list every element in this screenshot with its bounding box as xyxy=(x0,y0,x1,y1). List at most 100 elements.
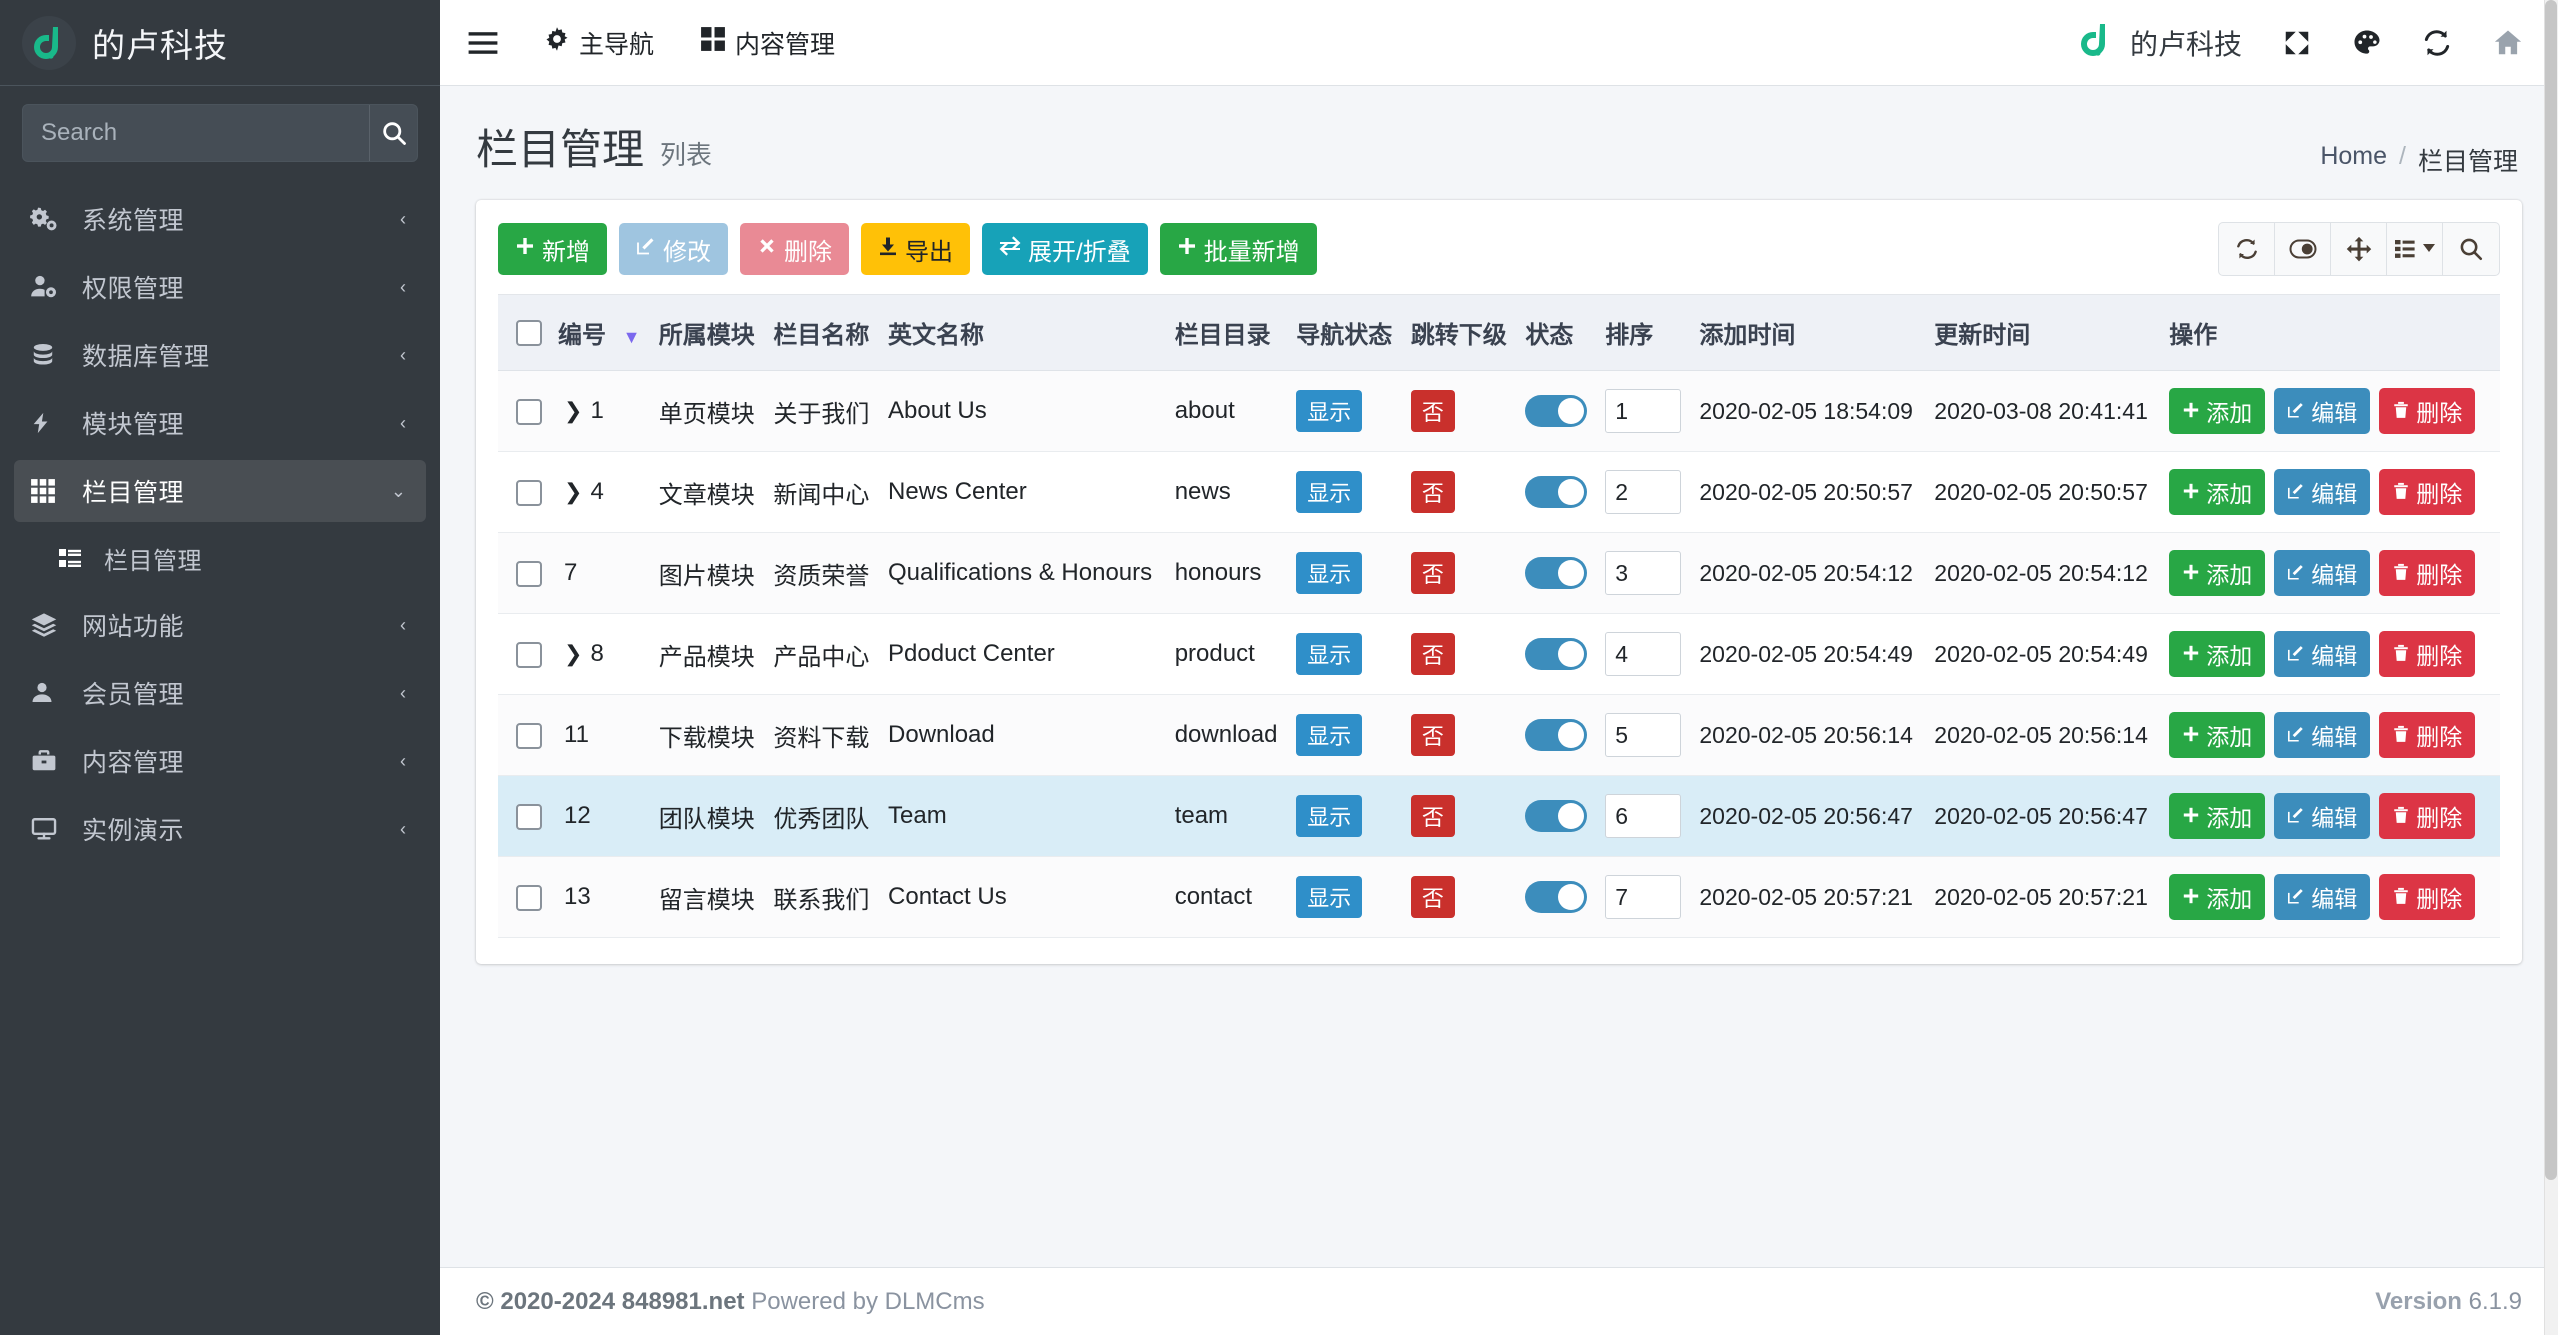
row-add-button[interactable]: 添加 xyxy=(2169,550,2266,596)
jump-badge[interactable]: 否 xyxy=(1410,714,1455,756)
expand-row-icon[interactable]: ❯ xyxy=(564,641,582,666)
row-delete-button[interactable]: 删除 xyxy=(2379,469,2476,515)
row-delete-button[interactable]: 删除 xyxy=(2379,388,2476,434)
search-icon[interactable] xyxy=(2443,223,2499,275)
nav-status-badge[interactable]: 显示 xyxy=(1296,876,1363,918)
search-box[interactable] xyxy=(22,104,418,162)
row-checkbox[interactable] xyxy=(516,884,542,911)
status-toggle[interactable] xyxy=(1525,719,1588,751)
delete-button[interactable]: 删除 xyxy=(740,223,849,275)
sort-input[interactable] xyxy=(1605,389,1682,433)
sort-input[interactable] xyxy=(1605,794,1682,838)
sidebar-item-会员管理[interactable]: 会员管理 ‹ xyxy=(14,662,426,724)
row-edit-button[interactable]: 编辑 xyxy=(2274,793,2371,839)
move-icon[interactable] xyxy=(2331,223,2387,275)
table-row[interactable]: 7 图片模块 资质荣誉 Qualifications & Honours honours… xyxy=(498,532,2500,614)
sidebar-item-栏目管理[interactable]: 栏目管理 ⌄ xyxy=(14,460,426,522)
row-checkbox[interactable] xyxy=(516,722,542,749)
row-delete-button[interactable]: 删除 xyxy=(2379,712,2476,758)
page-scrollbar-thumb[interactable] xyxy=(2545,0,2557,1180)
jump-badge[interactable]: 否 xyxy=(1410,795,1455,837)
sort-input[interactable] xyxy=(1605,632,1682,676)
row-checkbox[interactable] xyxy=(516,641,542,668)
row-add-button[interactable]: 添加 xyxy=(2169,631,2266,677)
search-icon[interactable] xyxy=(369,105,417,161)
topnav-brand[interactable]: 的卢科技 xyxy=(2076,20,2242,65)
sidebar-item-数据库管理[interactable]: 数据库管理 ‹ xyxy=(14,324,426,386)
refresh-icon[interactable] xyxy=(2219,223,2275,275)
row-delete-button[interactable]: 删除 xyxy=(2379,874,2476,920)
column-header-created[interactable]: 添加时间 xyxy=(1691,294,1927,371)
sidebar-item-模块管理[interactable]: 模块管理 ‹ xyxy=(14,392,426,454)
modify-button[interactable]: 修改 xyxy=(619,223,728,275)
table-row[interactable]: 13 留言模块联系我们Contact Uscontact显示 否 2020-02-05… xyxy=(498,856,2500,938)
expand-row-icon[interactable]: ❯ xyxy=(564,398,582,423)
row-add-button[interactable]: 添加 xyxy=(2169,793,2266,839)
sort-input[interactable] xyxy=(1605,713,1682,757)
nav-status-badge[interactable]: 显示 xyxy=(1296,552,1363,594)
expand-collapse-button[interactable]: 展开/折叠 xyxy=(982,223,1148,275)
column-header-nav[interactable]: 导航状态 xyxy=(1288,294,1403,371)
sidebar-item-网站功能[interactable]: 网站功能 ‹ xyxy=(14,594,426,656)
status-toggle[interactable] xyxy=(1525,395,1588,427)
sort-input[interactable] xyxy=(1605,551,1682,595)
columns-icon[interactable] xyxy=(2387,223,2443,275)
row-edit-button[interactable]: 编辑 xyxy=(2274,874,2371,920)
column-header-status[interactable]: 状态 xyxy=(1517,294,1598,371)
jump-badge[interactable]: 否 xyxy=(1410,633,1455,675)
table-row[interactable]: 12 团队模块优秀团队Teamteam显示 否 2020-02-05 20:56:47… xyxy=(498,775,2500,857)
hamburger-icon[interactable] xyxy=(468,31,498,55)
nav-status-badge[interactable]: 显示 xyxy=(1296,714,1363,756)
row-delete-button[interactable]: 删除 xyxy=(2379,631,2476,677)
search-input[interactable] xyxy=(23,105,369,161)
jump-badge[interactable]: 否 xyxy=(1410,471,1455,513)
row-checkbox[interactable] xyxy=(516,479,542,506)
column-header-en[interactable]: 英文名称 xyxy=(880,294,1167,371)
row-checkbox[interactable] xyxy=(516,560,542,587)
expand-row-icon[interactable]: ❯ xyxy=(564,479,582,504)
sort-input[interactable] xyxy=(1605,470,1682,514)
home-icon[interactable] xyxy=(2492,28,2524,58)
sidebar-subitem-栏目管理[interactable]: 栏目管理 xyxy=(14,528,426,588)
column-header-module[interactable]: 所属模块 xyxy=(650,294,766,371)
sidebar-item-实例演示[interactable]: 实例演示 ‹ xyxy=(14,798,426,860)
table-row[interactable]: 11 下载模块资料下载Downloaddownload显示 否 2020-02-05 … xyxy=(498,694,2500,776)
row-add-button[interactable]: 添加 xyxy=(2169,712,2266,758)
batch-add-button[interactable]: 批量新增 xyxy=(1159,223,1317,275)
row-add-button[interactable]: 添加 xyxy=(2169,388,2266,434)
row-edit-button[interactable]: 编辑 xyxy=(2274,469,2371,515)
nav-status-badge[interactable]: 显示 xyxy=(1296,471,1363,513)
sort-input[interactable] xyxy=(1605,875,1682,919)
row-delete-button[interactable]: 删除 xyxy=(2379,550,2476,596)
sidebar-brand[interactable]: 的卢科技 xyxy=(0,0,440,86)
refresh-icon[interactable] xyxy=(2422,28,2452,58)
row-edit-button[interactable]: 编辑 xyxy=(2274,712,2371,758)
add-button[interactable]: 新增 xyxy=(498,223,607,275)
sidebar-item-内容管理[interactable]: 内容管理 ‹ xyxy=(14,730,426,792)
sort-desc-icon[interactable]: ▼ xyxy=(623,327,641,347)
status-toggle[interactable] xyxy=(1525,800,1588,832)
status-toggle[interactable] xyxy=(1525,557,1588,589)
status-toggle[interactable] xyxy=(1525,638,1588,670)
column-header-name[interactable]: 栏目名称 xyxy=(765,294,881,371)
column-header-jump[interactable]: 跳转下级 xyxy=(1402,294,1518,371)
table-row[interactable]: ❯1单页模块关于我们About Usabout显示否2020-02-05 18:… xyxy=(498,370,2500,452)
sidebar-item-系统管理[interactable]: 系统管理 ‹ xyxy=(14,188,426,250)
jump-badge[interactable]: 否 xyxy=(1410,552,1455,594)
table-row[interactable]: ❯4文章模块新闻中心News Centernews显示否2020-02-05 2… xyxy=(498,451,2500,533)
row-delete-button[interactable]: 删除 xyxy=(2379,793,2476,839)
row-add-button[interactable]: 添加 xyxy=(2169,469,2266,515)
fullscreen-icon[interactable] xyxy=(2282,28,2312,58)
export-button[interactable]: 导出 xyxy=(861,223,970,275)
nav-status-badge[interactable]: 显示 xyxy=(1296,390,1363,432)
column-header-updated[interactable]: 更新时间 xyxy=(1926,294,2162,371)
nav-status-badge[interactable]: 显示 xyxy=(1296,633,1363,675)
page-scrollbar[interactable] xyxy=(2544,0,2558,1335)
row-checkbox[interactable] xyxy=(516,398,542,425)
toggle-icon[interactable] xyxy=(2275,223,2331,275)
row-edit-button[interactable]: 编辑 xyxy=(2274,631,2371,677)
topnav-item-主导航[interactable]: 主导航 xyxy=(544,25,654,61)
palette-icon[interactable] xyxy=(2352,28,2382,58)
column-header-dir[interactable]: 栏目目录 xyxy=(1166,294,1289,371)
jump-badge[interactable]: 否 xyxy=(1410,876,1455,918)
